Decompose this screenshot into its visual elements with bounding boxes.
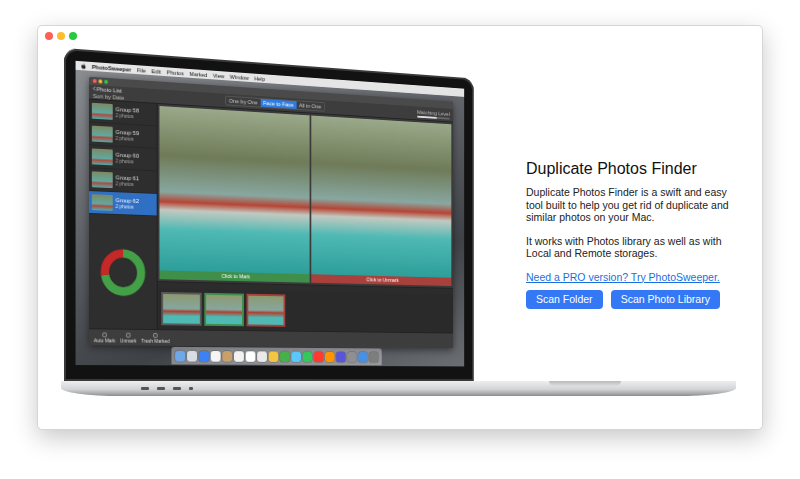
dock-app-icon[interactable]: [257, 351, 267, 362]
donut-chart: [98, 245, 149, 300]
film-thumbnail[interactable]: [247, 294, 286, 327]
photosweeper-window: Photo List Sort by Date One by OneFace t…: [89, 77, 453, 348]
dock-app-icon[interactable]: [336, 351, 345, 361]
menu-item[interactable]: Photos: [167, 69, 184, 76]
dock-app-icon[interactable]: [369, 352, 378, 362]
dock-app-icon[interactable]: [175, 350, 185, 361]
menu-item[interactable]: Marked: [189, 70, 207, 77]
compare-area: Click to Mark Click to Unmark: [158, 104, 453, 333]
page: PhotoSweeper File Edit Photos Marked View Win…: [0, 0, 800, 479]
close-button[interactable]: [93, 79, 97, 83]
group-thumbnail: [92, 148, 113, 165]
menu-item[interactable]: File: [137, 67, 146, 74]
dock-app-icon[interactable]: [222, 351, 232, 362]
menu-item[interactable]: Edit: [151, 68, 161, 75]
laptop-base: [61, 381, 736, 396]
group-item[interactable]: Group 61 2 photos: [89, 168, 157, 194]
menu-app-name[interactable]: PhotoSweeper: [92, 63, 131, 72]
heading: Duplicate Photos Finder: [526, 160, 746, 178]
close-button[interactable]: [45, 32, 53, 40]
photo[interactable]: [311, 116, 451, 278]
view-mode-tab[interactable]: Face to Face: [260, 99, 296, 109]
description: It works with Photos library as well as …: [526, 235, 746, 260]
film-thumbnail[interactable]: [161, 292, 201, 326]
dock-app-icon[interactable]: [210, 351, 220, 362]
back-button[interactable]: Photo List: [93, 85, 125, 93]
dock-app-icon[interactable]: [187, 350, 197, 361]
matching-level: Matching Level: [417, 109, 450, 119]
minimize-button[interactable]: [57, 32, 65, 40]
lid-notch: [549, 381, 621, 386]
menu-item[interactable]: Window: [230, 73, 249, 80]
zoom-button[interactable]: [69, 32, 77, 40]
scan-button[interactable]: Scan Photo Library: [611, 290, 720, 309]
app-window: PhotoSweeper File Edit Photos Marked View Win…: [37, 25, 763, 430]
film-thumbnail[interactable]: [204, 293, 244, 326]
pro-link[interactable]: Need a PRO version? Try PhotoSweeper.: [526, 271, 746, 283]
space-chart: [89, 214, 157, 329]
group-item[interactable]: Group 62 2 photos: [89, 191, 157, 216]
apple-icon[interactable]: [81, 63, 86, 69]
dock-app-icon[interactable]: [198, 350, 208, 361]
photo[interactable]: [159, 106, 309, 274]
dock-app-icon[interactable]: [291, 351, 301, 361]
menu-item[interactable]: View: [213, 72, 225, 79]
dock-app-icon[interactable]: [302, 351, 312, 361]
menu-item[interactable]: Help: [254, 75, 265, 82]
group-sidebar: Group 58 2 photos Group 59 2 photos Grou…: [89, 100, 158, 330]
group-thumbnail: [92, 171, 113, 188]
chart-segment: [105, 252, 141, 291]
action-button[interactable]: Trash Marked: [141, 332, 169, 343]
view-mode-tab[interactable]: One by One: [226, 97, 260, 107]
dock-app-icon[interactable]: [280, 351, 290, 362]
action-button[interactable]: Auto Mark: [94, 332, 116, 343]
ports: [141, 387, 193, 390]
action-button[interactable]: Unmark: [120, 332, 136, 343]
action-icon: [126, 332, 131, 337]
laptop-screen: PhotoSweeper File Edit Photos Marked View Win…: [76, 61, 465, 367]
scan-button[interactable]: Scan Folder: [526, 290, 603, 309]
photo-pane[interactable]: Click to Mark: [159, 106, 309, 283]
action-icon: [153, 332, 158, 337]
film-strip: [158, 288, 453, 333]
dock-app-icon[interactable]: [313, 351, 322, 361]
group-item[interactable]: Group 60 2 photos: [89, 145, 157, 171]
dock-app-icon[interactable]: [245, 351, 255, 362]
dock-app-icon[interactable]: [234, 351, 244, 362]
action-icon: [102, 332, 107, 337]
dock-app-icon[interactable]: [325, 351, 334, 361]
group-thumbnail: [92, 103, 113, 120]
description: Duplicate Photos Finder is a swift and e…: [526, 186, 746, 224]
group-thumbnail: [92, 126, 113, 143]
zoom-button[interactable]: [104, 80, 108, 84]
dock-app-icon[interactable]: [347, 351, 356, 361]
chevron-left-icon: [93, 86, 96, 91]
dock-app-icon[interactable]: [268, 351, 278, 362]
minimize-button[interactable]: [99, 79, 103, 83]
photo-pane[interactable]: Click to Unmark: [311, 116, 451, 286]
laptop-display: PhotoSweeper File Edit Photos Marked View Win…: [64, 48, 474, 381]
info-panel: Duplicate Photos Finder Duplicate Photos…: [526, 48, 746, 381]
view-mode-tab[interactable]: All in One: [296, 101, 324, 110]
bottom-toolbar: Auto Mark Unmark Trash Marked: [89, 328, 453, 348]
chart-segment: [105, 252, 141, 291]
dock: [171, 347, 381, 365]
laptop-illustration: PhotoSweeper File Edit Photos Marked View Win…: [64, 48, 526, 381]
title-bar: [38, 26, 762, 48]
dock-app-icon[interactable]: [358, 352, 367, 362]
group-thumbnail: [92, 194, 113, 211]
